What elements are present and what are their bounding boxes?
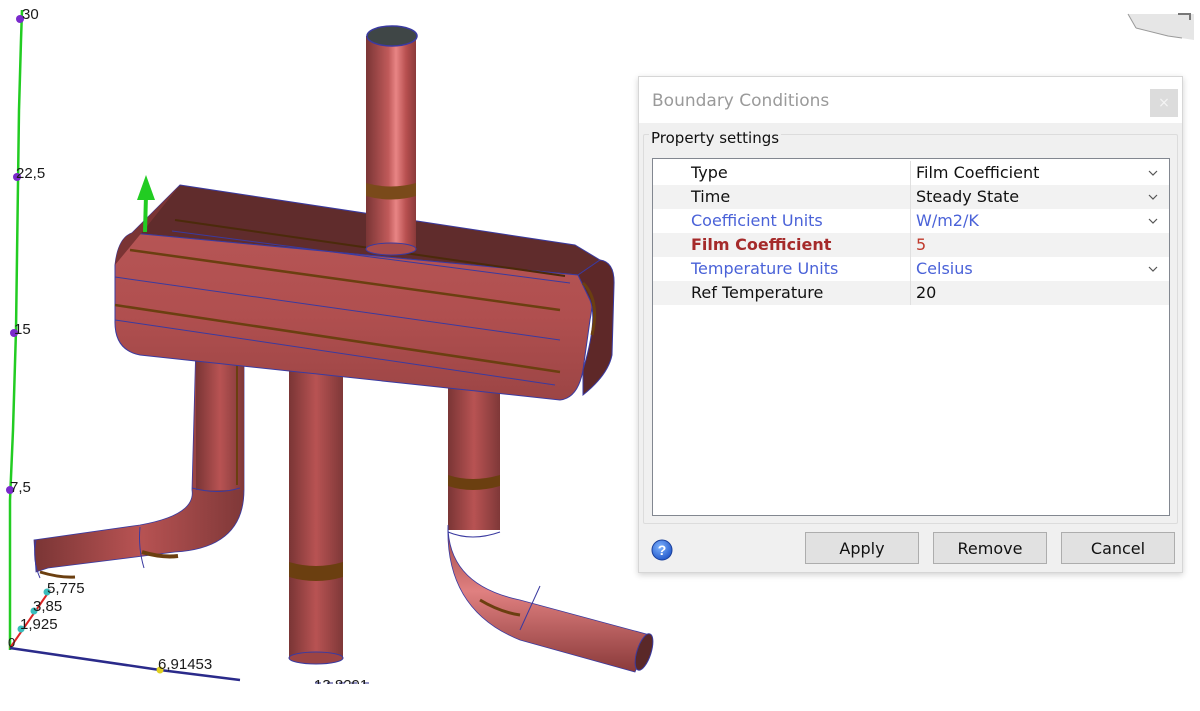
property-name: Type (691, 163, 728, 182)
property-row-coefficient-units[interactable]: Coefficient Units W/m2/K (653, 209, 1169, 233)
vertical-tick-label: 22,5 (16, 165, 46, 182)
horizontal-tick-label: 6,91453 (158, 656, 213, 673)
column-divider (910, 185, 911, 209)
column-divider (910, 161, 911, 185)
dialog-titlebar[interactable]: Boundary Conditions × (639, 77, 1182, 123)
pipe-right-bent[interactable] (447, 380, 657, 673)
property-name: Time (691, 187, 731, 206)
property-name: Temperature Units (691, 259, 839, 278)
column-divider (910, 233, 911, 257)
depth-tick-label: 5,775 (47, 580, 85, 597)
property-name: Ref Temperature (691, 283, 824, 302)
view-cube[interactable] (1122, 0, 1200, 42)
chevron-down-icon[interactable] (1147, 191, 1159, 203)
vertical-tick-label: 30 (22, 6, 39, 23)
property-value[interactable]: W/m2/K (916, 211, 979, 230)
vertical-tick-label: 15 (14, 321, 31, 338)
horizontal-tick-label: 13,8291 (314, 678, 368, 684)
origin-label: 0 (8, 635, 16, 650)
property-name: Coefficient Units (691, 211, 823, 230)
property-row-time[interactable]: Time Steady State (653, 185, 1169, 209)
group-label: Property settings (649, 129, 782, 147)
property-row-film-coefficient[interactable]: Film Coefficient 5 (653, 233, 1169, 257)
close-button[interactable]: × (1150, 89, 1178, 117)
property-row-type[interactable]: Type Film Coefficient (653, 161, 1169, 185)
property-value[interactable]: 20 (916, 283, 936, 302)
column-divider (910, 209, 911, 233)
property-value[interactable]: Film Coefficient (916, 163, 1039, 182)
apply-button[interactable]: Apply (805, 532, 919, 564)
property-row-temperature-units[interactable]: Temperature Units Celsius (653, 257, 1169, 281)
property-row-ref-temperature[interactable]: Ref Temperature 20 (653, 281, 1169, 305)
property-value[interactable]: 5 (916, 235, 926, 254)
svg-text:?: ? (658, 542, 667, 558)
dialog-title: Boundary Conditions (652, 91, 830, 111)
property-grid[interactable]: Type Film Coefficient Time Steady State … (652, 158, 1170, 516)
help-icon[interactable]: ? (651, 539, 673, 561)
pipe-top-opening (366, 25, 418, 47)
property-value[interactable]: Steady State (916, 187, 1019, 206)
pipe-top[interactable] (365, 25, 418, 256)
chevron-down-icon[interactable] (1147, 215, 1159, 227)
property-value[interactable]: Celsius (916, 259, 973, 278)
depth-tick-label: 3,85 (33, 598, 63, 615)
depth-tick-label: 1,925 (20, 616, 58, 633)
property-name: Film Coefficient (691, 235, 832, 254)
boundary-conditions-dialog: Boundary Conditions × Property settings … (638, 76, 1183, 573)
pipe-middle[interactable] (288, 360, 344, 665)
cancel-button[interactable]: Cancel (1061, 532, 1175, 564)
remove-button[interactable]: Remove (933, 532, 1047, 564)
vertical-tick-label: 7,5 (10, 479, 31, 496)
column-divider (910, 281, 911, 305)
chevron-down-icon[interactable] (1147, 167, 1159, 179)
column-divider (910, 257, 911, 281)
chevron-down-icon[interactable] (1147, 263, 1159, 275)
close-icon: × (1158, 95, 1170, 111)
header-manifold[interactable] (114, 184, 615, 401)
pipe-left-bent[interactable] (33, 339, 245, 579)
